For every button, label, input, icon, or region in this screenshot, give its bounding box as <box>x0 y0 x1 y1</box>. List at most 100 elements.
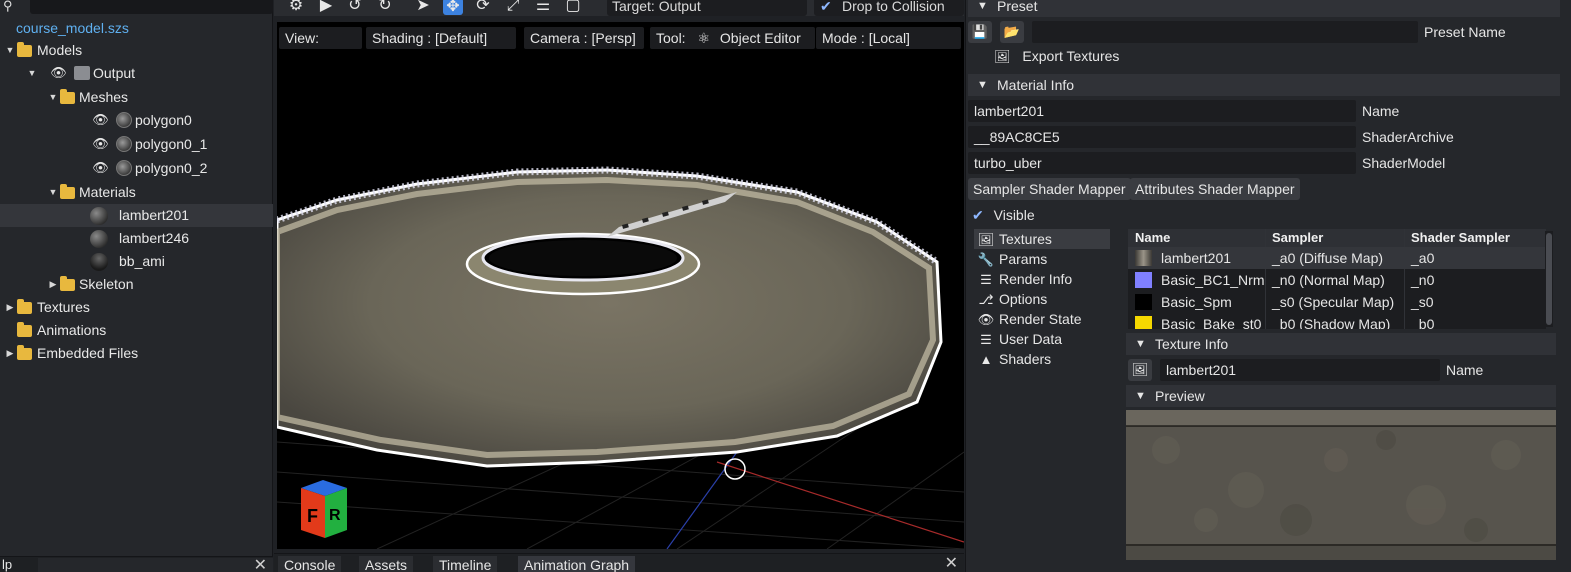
collapse-icon[interactable]: ▼ <box>977 74 988 96</box>
table-scrollbar[interactable] <box>1545 231 1553 327</box>
table-row[interactable]: Basic_Bake_st0 _b0 (Shadow Map) _b0 <box>1128 313 1546 329</box>
sampler-shader-mapper-button[interactable]: Sampler Shader Mapper <box>968 178 1131 200</box>
close-icon[interactable]: ✕ <box>254 555 267 572</box>
collapse-icon[interactable]: ▼ <box>977 0 988 17</box>
tree-item-bb-ami[interactable]: bb_ami <box>0 250 273 273</box>
tab-console[interactable]: Console <box>278 556 342 572</box>
side-item-options[interactable]: ⎇ Options <box>977 289 1048 309</box>
chevron-right-icon[interactable]: ▶ <box>48 273 58 296</box>
tab-assets[interactable]: Assets <box>359 556 414 572</box>
cell-name: Basic_BC1_Nrm <box>1161 272 1265 288</box>
scale-icon[interactable]: ⤢ <box>503 0 523 15</box>
tree-item-animations[interactable]: Animations <box>0 319 273 342</box>
tab-lp[interactable]: lp <box>2 557 12 572</box>
scene-render: F R <box>277 166 964 549</box>
shader-model-label: ShaderModel <box>1362 155 1446 171</box>
visible-label: Visible <box>993 207 1035 223</box>
column-header-sampler[interactable]: Sampler <box>1272 229 1323 247</box>
eye-icon[interactable]: 👁 <box>50 66 67 80</box>
chevron-down-icon[interactable]: ▼ <box>27 62 37 85</box>
3d-viewport[interactable]: F R <box>277 22 964 549</box>
tree-item-output[interactable]: ▼ 👁 Output <box>0 62 273 85</box>
scrollbar-thumb[interactable] <box>1546 233 1552 325</box>
side-item-shaders[interactable]: ▲ Shaders <box>977 349 1052 369</box>
outliner-search-input[interactable] <box>30 0 273 14</box>
export-textures-button[interactable]: 🖼 Export Textures <box>994 48 1119 65</box>
shader-archive-input[interactable]: __89AC8CE5 <box>968 126 1356 148</box>
eye-icon[interactable]: 👁 <box>92 161 109 175</box>
chevron-right-icon[interactable]: ▶ <box>5 342 15 365</box>
image-icon: 🖼 <box>977 232 995 247</box>
tree-item-embedded-files[interactable]: ▶ Embedded Files <box>0 342 273 365</box>
material-info-header[interactable]: ▼ Material Info <box>968 74 1560 96</box>
select-cursor-icon[interactable]: ➤ <box>413 0 433 15</box>
column-header-name[interactable]: Name <box>1135 229 1170 247</box>
save-icon[interactable]: 💾 <box>968 21 992 43</box>
tab-timeline[interactable]: Timeline <box>433 556 498 572</box>
chevron-down-icon[interactable]: ▼ <box>48 181 58 204</box>
side-item-label: Textures <box>999 231 1052 247</box>
rotate-icon[interactable]: ⟳ <box>473 0 493 15</box>
bounding-box-icon[interactable]: ▢ <box>563 0 583 15</box>
tree-item-skeleton[interactable]: ▶ Skeleton <box>0 273 273 296</box>
chevron-down-icon[interactable]: ▼ <box>48 86 58 109</box>
table-row[interactable]: Basic_Spm _s0 (Specular Map) _s0 <box>1128 291 1546 313</box>
side-item-params[interactable]: 🔧 Params <box>977 249 1047 269</box>
tree-item-textures[interactable]: ▶ Textures <box>0 296 273 319</box>
shader-model-input[interactable]: turbo_uber <box>968 152 1356 174</box>
texture-info-header[interactable]: ▼ Texture Info <box>1126 333 1556 355</box>
tool-dropdown[interactable]: Tool: ⚛ Object Editor <box>650 27 815 49</box>
folder-icon <box>17 299 32 314</box>
side-item-render-state[interactable]: 👁 Render State <box>977 309 1082 329</box>
preset-header[interactable]: ▼ Preset <box>968 0 1560 17</box>
chevron-right-icon[interactable]: ▶ <box>5 296 15 319</box>
file-name[interactable]: course_model.szs <box>16 17 129 40</box>
redo-icon[interactable]: ↻ <box>375 0 395 15</box>
preset-name-input[interactable] <box>1032 21 1418 43</box>
view-menu[interactable]: View: <box>279 27 362 49</box>
tree-item-label: Meshes <box>79 89 129 105</box>
eye-icon[interactable]: 👁 <box>92 113 109 127</box>
cell-sampler: _b0 (Shadow Map) <box>1272 316 1391 329</box>
tab-animation-graph[interactable]: Animation Graph <box>518 556 636 572</box>
tree-item-materials[interactable]: ▼ Materials <box>0 181 273 204</box>
tree-item-meshes[interactable]: ▼ Meshes <box>0 86 273 109</box>
side-item-render-info[interactable]: ☰ Render Info <box>977 269 1072 289</box>
open-folder-icon[interactable]: 📂 <box>1000 21 1024 43</box>
texture-swatch <box>1135 316 1152 329</box>
search-icon[interactable]: ⚲ <box>3 0 13 14</box>
preview-header[interactable]: ▼ Preview <box>1126 385 1556 407</box>
visible-checkbox[interactable]: ✔ Visible <box>972 204 1035 226</box>
tree-item-models[interactable]: ▼ Models <box>0 39 273 62</box>
collapse-icon[interactable]: ▼ <box>1135 385 1146 407</box>
tree-item-lambert201[interactable]: lambert201 <box>0 204 273 227</box>
mode-dropdown[interactable]: Mode : [Local] <box>816 27 961 49</box>
camera-dropdown[interactable]: Camera : [Persp] <box>524 27 644 49</box>
tree-file[interactable]: course_model.szs <box>0 17 273 40</box>
attributes-shader-mapper-button[interactable]: Attributes Shader Mapper <box>1130 178 1300 200</box>
tree-item-polygon0-1[interactable]: 👁 polygon0_1 <box>0 133 273 156</box>
shading-dropdown[interactable]: Shading : [Default] <box>366 27 516 49</box>
column-header-shader-sampler[interactable]: Shader Sampler <box>1411 229 1510 247</box>
eye-icon[interactable]: 👁 <box>92 137 109 151</box>
close-icon[interactable]: ✕ <box>945 553 958 572</box>
texture-name-input[interactable]: lambert201 <box>1160 359 1440 381</box>
material-name-input[interactable]: lambert201 <box>968 100 1356 122</box>
move-icon[interactable]: ✥ <box>443 0 463 15</box>
side-item-textures[interactable]: 🖼 Textures <box>977 229 1052 249</box>
table-row[interactable]: Basic_BC1_Nrm _n0 (Normal Map) _n0 <box>1128 269 1546 291</box>
align-icon[interactable]: ☰ <box>533 0 553 15</box>
target-dropdown[interactable]: Target: Output <box>607 0 807 16</box>
table-row[interactable]: lambert201 _a0 (Diffuse Map) _a0 <box>1128 247 1546 269</box>
gear-icon[interactable]: ⚙ <box>286 0 306 15</box>
image-icon[interactable]: 🖼 <box>1128 359 1152 381</box>
side-item-user-data[interactable]: ☰ User Data <box>977 329 1062 349</box>
play-icon[interactable]: ▶ <box>316 0 336 15</box>
collapse-icon[interactable]: ▼ <box>1135 333 1146 355</box>
tree-item-polygon0[interactable]: 👁 polygon0 <box>0 109 273 132</box>
tree-item-lambert246[interactable]: lambert246 <box>0 227 273 250</box>
chevron-down-icon[interactable]: ▼ <box>5 39 15 62</box>
drop-to-collision-toggle[interactable]: ✔ Drop to Collision <box>814 0 964 16</box>
tree-item-polygon0-2[interactable]: 👁 polygon0_2 <box>0 157 273 180</box>
undo-icon[interactable]: ↺ <box>345 0 365 15</box>
